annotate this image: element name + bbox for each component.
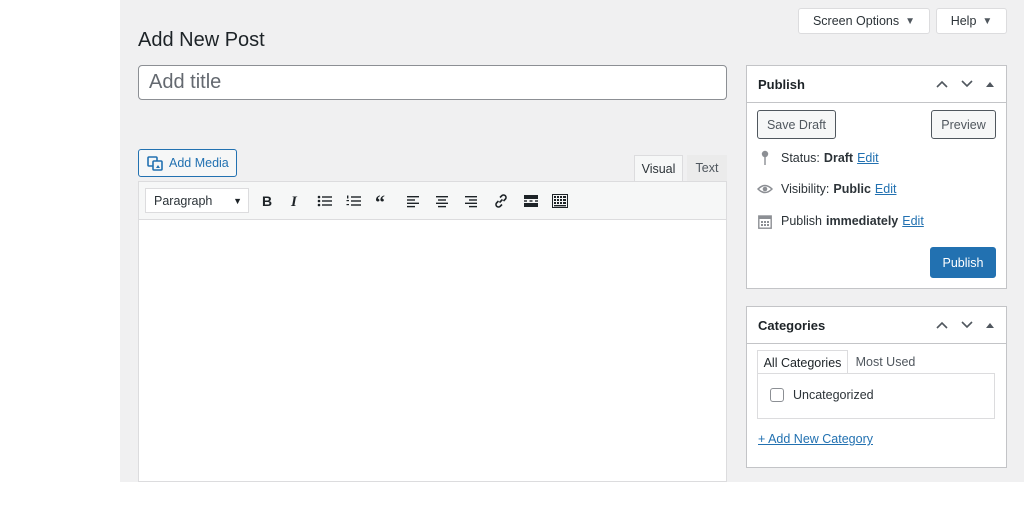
schedule-row: Publish immediately Edit xyxy=(757,212,924,230)
schedule-value: immediately xyxy=(826,214,899,228)
post-editor: Paragraph ▼ B I “ xyxy=(138,181,727,482)
tab-all-categories[interactable]: All Categories xyxy=(757,350,848,374)
page-title: Add New Post xyxy=(138,29,265,51)
read-more-icon[interactable] xyxy=(521,191,541,211)
caret-down-icon: ▼ xyxy=(905,15,916,27)
category-list: Uncategorized xyxy=(757,373,995,419)
status-label: Status: xyxy=(781,151,820,165)
screen-options-label: Screen Options xyxy=(812,14,900,28)
tab-visual[interactable]: Visual xyxy=(634,155,683,181)
move-up-icon[interactable] xyxy=(934,76,950,92)
align-center-icon[interactable] xyxy=(432,191,452,211)
publish-button[interactable]: Publish xyxy=(930,247,996,278)
add-media-button[interactable]: Add Media xyxy=(138,149,237,177)
post-title-input[interactable] xyxy=(138,65,727,100)
pin-icon xyxy=(757,150,773,166)
bulleted-list-icon[interactable] xyxy=(315,191,335,211)
caret-down-icon: ▼ xyxy=(982,15,993,27)
preview-button[interactable]: Preview xyxy=(931,110,996,139)
blockquote-icon[interactable]: “ xyxy=(373,191,393,211)
category-item[interactable]: Uncategorized xyxy=(770,388,874,402)
publish-box-title: Publish xyxy=(758,76,805,92)
collapse-toggle-icon[interactable] xyxy=(982,317,998,333)
status-value: Draft xyxy=(823,151,854,165)
format-select[interactable]: Paragraph ▼ xyxy=(145,188,249,213)
caret-down-icon: ▼ xyxy=(233,195,242,206)
tab-text[interactable]: Text xyxy=(687,155,727,181)
edit-visibility-link[interactable]: Edit xyxy=(875,182,897,196)
add-media-label: Add Media xyxy=(169,156,229,170)
category-label: Uncategorized xyxy=(793,388,874,402)
help-label: Help xyxy=(950,14,977,28)
collapse-toggle-icon[interactable] xyxy=(982,76,998,92)
category-checkbox[interactable] xyxy=(770,388,784,402)
add-new-category-link[interactable]: + Add New Category xyxy=(758,432,873,446)
eye-icon xyxy=(757,181,773,197)
visibility-row: Visibility: Public Edit xyxy=(757,180,896,198)
help-button[interactable]: Help ▼ xyxy=(936,8,1007,34)
move-down-icon[interactable] xyxy=(959,317,975,333)
toolbar-toggle-icon[interactable] xyxy=(550,191,570,211)
publish-box: Publish Save Draft Preview Status: Draft… xyxy=(746,65,1007,289)
align-right-icon[interactable] xyxy=(461,191,481,211)
link-icon[interactable] xyxy=(491,191,511,211)
editor-content-area[interactable] xyxy=(139,220,726,481)
screen-options-button[interactable]: Screen Options ▼ xyxy=(798,8,930,34)
save-draft-button[interactable]: Save Draft xyxy=(757,110,836,139)
svg-text:“: “ xyxy=(375,194,385,208)
italic-icon[interactable]: I xyxy=(285,191,305,211)
status-row: Status: Draft Edit xyxy=(757,149,879,167)
schedule-label: Publish xyxy=(781,214,822,228)
visibility-value: Public xyxy=(833,182,871,196)
categories-box-header: Categories xyxy=(747,307,1006,344)
add-media-icon xyxy=(147,155,163,171)
move-up-icon[interactable] xyxy=(934,317,950,333)
calendar-icon xyxy=(757,213,773,229)
svg-text:B: B xyxy=(262,194,272,208)
editor-toolbar: Paragraph ▼ B I “ xyxy=(139,182,726,220)
numbered-list-icon[interactable] xyxy=(344,191,364,211)
categories-box: Categories All Categories Most Used Unca… xyxy=(746,306,1007,468)
publish-box-header: Publish xyxy=(747,66,1006,103)
format-select-value: Paragraph xyxy=(154,193,213,208)
visibility-label: Visibility: xyxy=(781,182,830,196)
categories-box-title: Categories xyxy=(758,317,826,333)
align-left-icon[interactable] xyxy=(403,191,423,211)
move-down-icon[interactable] xyxy=(959,76,975,92)
edit-status-link[interactable]: Edit xyxy=(857,151,879,165)
svg-text:I: I xyxy=(290,194,298,208)
bold-icon[interactable]: B xyxy=(257,191,277,211)
tab-most-used[interactable]: Most Used xyxy=(852,350,919,374)
edit-schedule-link[interactable]: Edit xyxy=(902,214,924,228)
